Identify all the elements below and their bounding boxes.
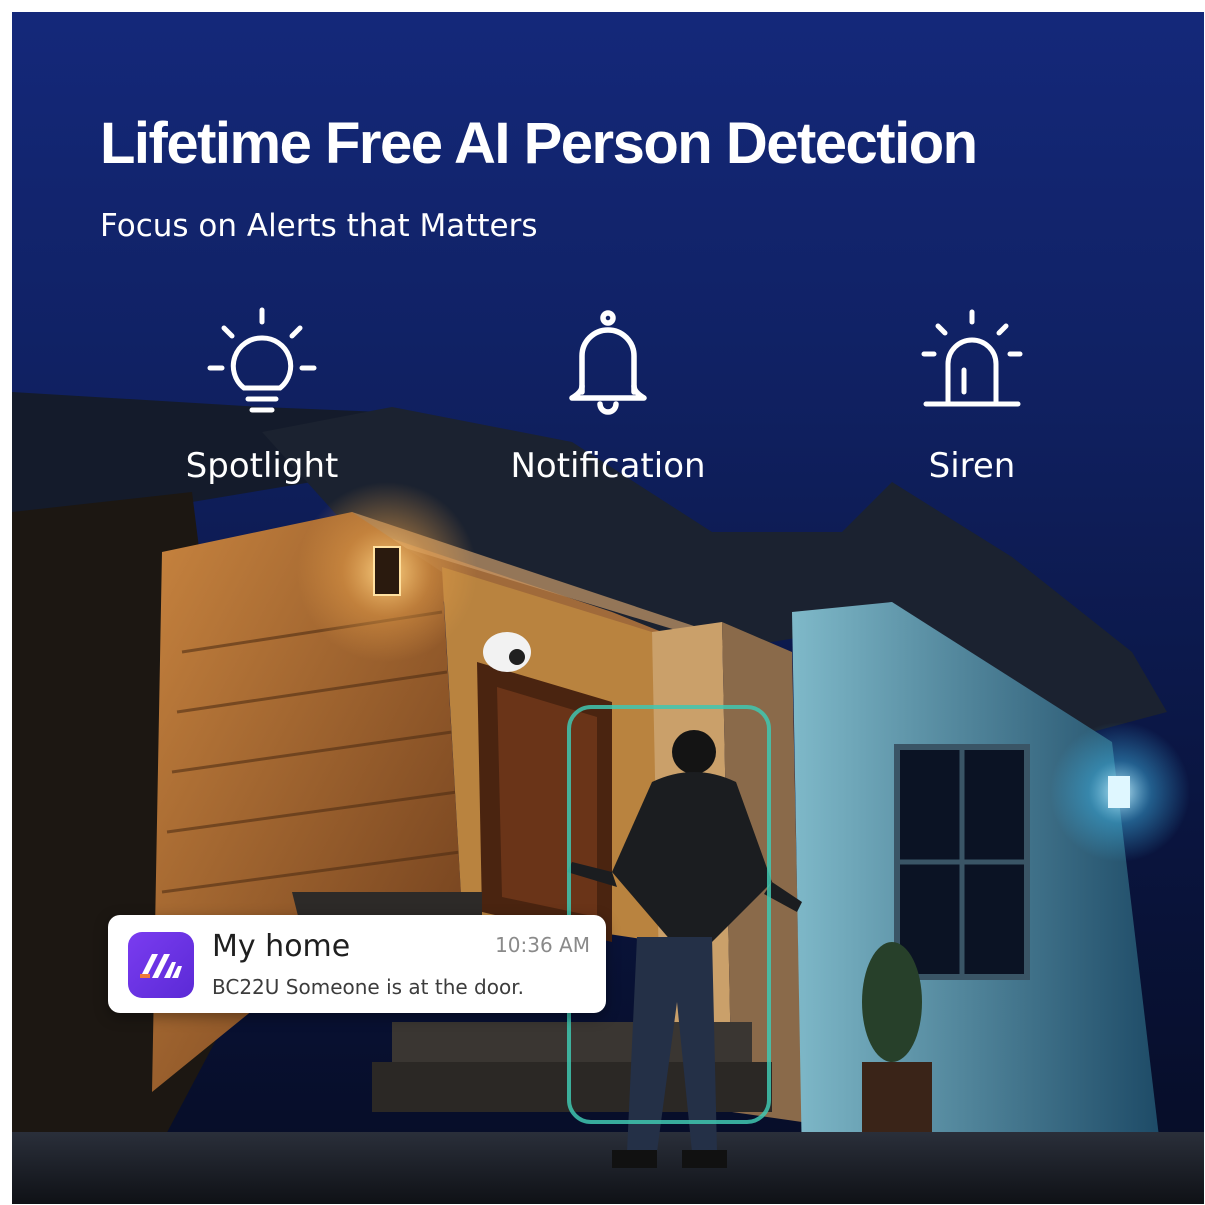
siren-icon: [921, 309, 1023, 407]
feature-label: Notification: [510, 446, 706, 486]
notification-title: My home: [212, 929, 351, 964]
notification-message: BC22U Someone is at the door.: [212, 975, 524, 999]
notification-time: 10:36 AM: [495, 933, 590, 957]
product-image: Lifetime Free AI Person Detection Focus …: [12, 12, 1204, 1204]
feature-notification: Notification: [458, 302, 758, 486]
lightbulb-icon: [207, 307, 317, 413]
feature-siren: Siren: [822, 302, 1122, 486]
feature-spotlight: Spotlight: [112, 302, 412, 486]
subheadline: Focus on Alerts that Matters: [100, 208, 538, 244]
house-night-scene: [12, 392, 1204, 1204]
feature-label: Spotlight: [185, 446, 339, 486]
push-notification-card[interactable]: My home 10:36 AM BC22U Someone is at the…: [108, 915, 606, 1013]
headline: Lifetime Free AI Person Detection: [100, 111, 978, 176]
bell-icon: [569, 310, 647, 415]
app-logo-icon: [128, 932, 194, 998]
feature-label: Siren: [928, 446, 1016, 486]
